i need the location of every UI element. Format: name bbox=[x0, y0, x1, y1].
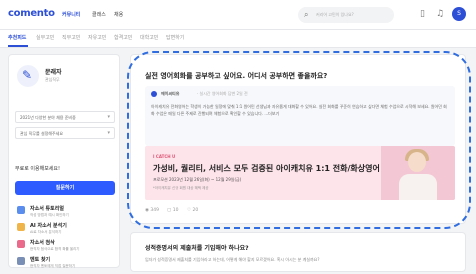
top-navigation-bar: comento 커뮤니티 클래스 채용 ⌕ 커리어 고민이 있나요? ▯ ♫ S bbox=[0, 0, 476, 30]
ask-question-button[interactable]: 질문하기 bbox=[15, 181, 115, 195]
tab-answer[interactable]: 답변하기 bbox=[166, 34, 184, 41]
menu-find-mentor[interactable]: 멘토 찾기 현직자 멘토에게 직접 질문하기 bbox=[17, 256, 117, 274]
ai-icon bbox=[17, 223, 25, 231]
menu-title: 자소서 첨삭 bbox=[30, 240, 55, 246]
menu-title: 멘토 찾기 bbox=[30, 257, 51, 263]
search-icon: ⌕ bbox=[304, 10, 309, 19]
nav-community[interactable]: 커뮤니티 bbox=[62, 11, 80, 18]
search-bar[interactable]: ⌕ 커리어 고민이 있나요? bbox=[298, 7, 394, 23]
tab-pass[interactable]: 합격고민 bbox=[114, 34, 132, 41]
interest-select[interactable]: 관심 직무를 설정해주세요 ▾ bbox=[15, 127, 115, 139]
profile-avatar[interactable]: ✎ bbox=[17, 65, 39, 87]
menu-subtitle: 현직자 첨삭으로 합격 확률 올리기 bbox=[30, 247, 80, 251]
tab-recommended[interactable]: 추천피드 bbox=[8, 34, 26, 41]
menu-title: AI 자소서 분석기 bbox=[30, 223, 67, 229]
status-select-value: 2021년 다양한 분야 채용 준비중 bbox=[20, 115, 76, 120]
nav-class[interactable]: 클래스 bbox=[92, 11, 106, 18]
left-sidebar: ✎ 문래자 관심직무 2021년 다양한 분야 채용 준비중 ▾ 관심 직무를 … bbox=[8, 54, 120, 268]
highlight-dashed-outline bbox=[127, 51, 471, 229]
comento-logo[interactable]: comento bbox=[8, 8, 55, 19]
post-2-text: 입자가 성적증명서 제출처를 기입하라고 하는데, 어떻게 해야 할지 모르겠어… bbox=[145, 257, 320, 262]
tutorial-icon bbox=[17, 206, 25, 214]
bell-icon[interactable]: ♫ bbox=[436, 9, 444, 19]
menu-resume-edit[interactable]: 자소서 첨삭 현직자 첨삭으로 합격 확률 올리기 bbox=[17, 239, 117, 257]
post-2-title[interactable]: 성적증명서의 제출처를 기입해야 하나요? bbox=[145, 243, 249, 252]
user-icon: ✎ bbox=[22, 68, 33, 82]
mentor-icon bbox=[17, 257, 25, 265]
tab-practical[interactable]: 실무고민 bbox=[36, 34, 54, 41]
menu-subtitle: 작성 방법과 예시 확인하기 bbox=[30, 213, 69, 217]
tab-job[interactable]: 직무고민 bbox=[62, 34, 80, 41]
post-card-2[interactable]: 성적증명서의 제출처를 기입해야 하나요? 입자가 성적증명서 제출처를 기입하… bbox=[130, 232, 466, 272]
status-select[interactable]: 2021년 다양한 분야 채용 준비중 ▾ bbox=[15, 111, 115, 123]
search-placeholder: 커리어 고민이 있나요? bbox=[316, 12, 354, 17]
nav-jobs[interactable]: 채용 bbox=[114, 11, 123, 18]
feed-tabs: 추천피드 실무고민 직무고민 자유고민 합격고민 대학고민 답변하기 bbox=[0, 30, 476, 48]
edit-icon bbox=[17, 240, 25, 248]
user-avatar[interactable]: S bbox=[452, 7, 466, 21]
active-tab-indicator bbox=[8, 45, 28, 47]
tab-college[interactable]: 대학고민 bbox=[140, 34, 158, 41]
profile-subtitle: 관심직무 bbox=[45, 77, 60, 82]
menu-ai-analyzer[interactable]: AI 자소서 분석기 AI로 자소서 분석하기 bbox=[17, 222, 117, 240]
document-icon[interactable]: ▯ bbox=[420, 9, 425, 19]
menu-subtitle: 현직자 멘토에게 직접 질문하기 bbox=[30, 264, 76, 268]
tab-free[interactable]: 자유고민 bbox=[88, 34, 106, 41]
chevron-down-icon: ▾ bbox=[107, 114, 110, 120]
post-card[interactable]: 실전 영어회화를 공부하고 싶어요. 어디서 공부하면 좋을까요? 에이씨티유 … bbox=[127, 51, 471, 229]
free-trial-link[interactable]: 무료로 이용해보세요! bbox=[15, 165, 60, 172]
menu-resume-tutorial[interactable]: 자소서 튜토리얼 작성 방법과 예시 확인하기 bbox=[17, 205, 117, 223]
interest-select-value: 관심 직무를 설정해주세요 bbox=[20, 131, 64, 136]
menu-title: 자소서 튜토리얼 bbox=[30, 206, 64, 212]
chevron-down-icon: ▾ bbox=[107, 130, 110, 136]
profile-name: 문래자 bbox=[45, 69, 62, 76]
menu-subtitle: AI로 자소서 분석하기 bbox=[30, 230, 62, 234]
